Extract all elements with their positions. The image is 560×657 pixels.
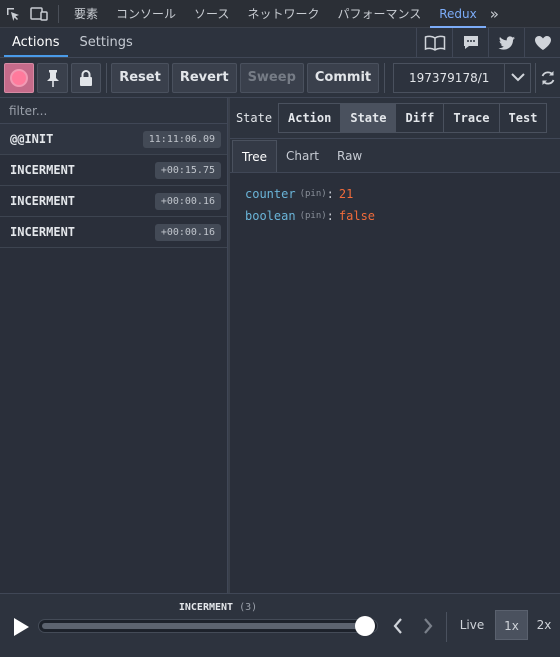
tree-key: counter [245, 187, 296, 201]
lock-icon [80, 69, 93, 86]
subtab-raw[interactable]: Raw [328, 140, 371, 172]
record-dot-icon [12, 70, 27, 85]
devtools-tab-redux[interactable]: Redux [430, 0, 486, 28]
tree-value: 21 [338, 187, 354, 201]
action-name: INCERMENT [10, 225, 76, 239]
pin-link[interactable]: (pin) [300, 211, 327, 221]
tree-row[interactable]: counter (pin) : 21 [245, 183, 545, 205]
subtab-chart[interactable]: Chart [277, 140, 328, 172]
action-row[interactable]: @@INIT 11:11:06.09 [0, 124, 227, 155]
tab-diff[interactable]: Diff [396, 104, 445, 132]
slider-bar: INCERMENT (3) Live 1x 2x [0, 593, 560, 657]
inspect-element-icon[interactable] [0, 0, 26, 28]
tab-settings[interactable]: Settings [72, 28, 141, 57]
devtools-tab-console[interactable]: コンソール [107, 0, 185, 28]
twitter-icon[interactable] [488, 28, 524, 58]
more-tabs-button[interactable]: » [486, 0, 503, 28]
pin-icon [46, 69, 59, 87]
action-name: INCERMENT [10, 163, 76, 177]
sync-icon[interactable] [534, 62, 560, 93]
devtools-tab-network[interactable]: ネットワーク [238, 0, 328, 28]
revert-button[interactable]: Revert [171, 62, 237, 93]
action-row[interactable]: INCERMENT +00:00.16 [0, 186, 227, 217]
tab-actions[interactable]: Actions [4, 28, 68, 57]
tab-trace[interactable]: Trace [444, 104, 500, 132]
action-name: @@INIT [10, 132, 54, 146]
speed-2x-button[interactable]: 2x [530, 610, 558, 640]
book-icon[interactable] [416, 28, 452, 58]
tree-key: boolean [245, 209, 296, 223]
tree-row[interactable]: boolean (pin) : false [245, 205, 545, 227]
devtools-tab-sources[interactable]: ソース [185, 0, 238, 28]
toolbar-divider [58, 4, 59, 23]
step-back-icon[interactable] [388, 616, 408, 636]
subtab-tree[interactable]: Tree [232, 139, 278, 172]
toolbar-divider [384, 62, 385, 93]
devtools-toolbar: 要素 コンソール ソース ネットワーク パフォーマンス Redux » [0, 0, 560, 593]
action-time: +00:00.16 [154, 223, 221, 241]
state-tree: counter (pin) : 21 boolean (pin) : false [230, 173, 560, 237]
play-icon[interactable] [12, 617, 32, 637]
reset-button[interactable]: Reset [111, 62, 169, 93]
action-time: 11:11:06.09 [142, 130, 221, 148]
action-row[interactable]: INCERMENT +00:00.16 [0, 217, 227, 248]
pin-link[interactable]: (pin) [300, 189, 327, 199]
devtools-tab-performance[interactable]: パフォーマンス [328, 0, 430, 28]
state-view-tabs: Tree Chart Raw [230, 139, 560, 173]
device-toggle-icon[interactable] [26, 0, 52, 28]
action-time: +00:00.16 [154, 192, 221, 210]
current-action-count: (3) [239, 602, 258, 613]
tab-action[interactable]: Action [279, 104, 342, 132]
inspector-header: State Action State Diff Trace Test [230, 98, 560, 139]
action-time: +00:15.75 [154, 161, 221, 179]
slider-divider [446, 612, 447, 642]
inspector-panel: State Action State Diff Trace Test Tree … [230, 98, 560, 593]
devtools-tab-elements[interactable]: 要素 [65, 0, 107, 28]
step-forward-icon[interactable] [418, 616, 438, 636]
toolbar-divider [106, 62, 108, 93]
tab-state[interactable]: State [341, 104, 397, 132]
filter-input[interactable]: filter... [0, 98, 227, 124]
slider-thumb[interactable] [355, 616, 375, 636]
lock-button[interactable] [70, 62, 102, 93]
heart-icon[interactable] [524, 28, 560, 58]
slider-fill [42, 623, 362, 629]
record-button[interactable] [4, 62, 35, 93]
current-action-name: INCERMENT [178, 602, 234, 613]
dispatcher-toolbar: Reset Revert Sweep Commit 197379178/1 [0, 58, 560, 98]
chat-icon[interactable] [452, 28, 488, 58]
inspector-tabs: Action State Diff Trace Test [278, 103, 548, 133]
pin-button[interactable] [37, 62, 68, 93]
tree-colon: : [326, 187, 334, 201]
tab-test[interactable]: Test [500, 104, 547, 132]
timeline-slider[interactable] [38, 616, 378, 636]
action-row[interactable]: INCERMENT +00:15.75 [0, 155, 227, 186]
tree-colon: : [326, 209, 334, 223]
inspector-title: State [235, 111, 273, 125]
speed-1x-button[interactable]: 1x [495, 610, 528, 640]
redux-main-tabs: Actions Settings [0, 28, 560, 58]
tree-value: false [338, 209, 376, 223]
live-button[interactable]: Live [454, 610, 490, 640]
action-name: INCERMENT [10, 194, 76, 208]
sweep-button[interactable]: Sweep [239, 62, 304, 93]
commit-button[interactable]: Commit [306, 62, 380, 93]
action-list-panel: filter... @@INIT 11:11:06.09 INCERMENT +… [0, 98, 228, 593]
current-action-label: INCERMENT (3) [0, 602, 436, 613]
chevron-down-icon[interactable] [505, 62, 531, 93]
instance-select[interactable]: 197379178/1 [392, 62, 506, 93]
